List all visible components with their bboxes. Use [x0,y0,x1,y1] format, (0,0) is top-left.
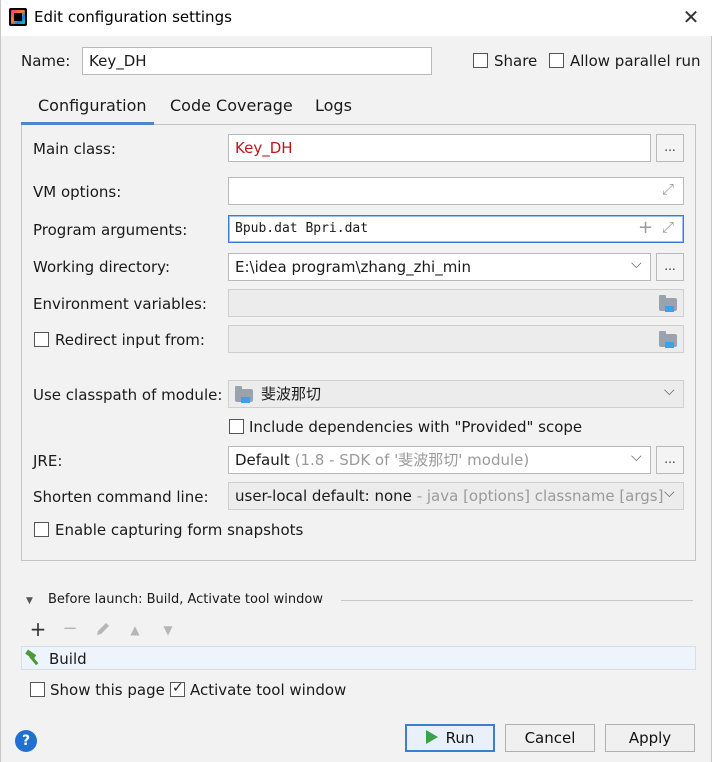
show-this-page-label: Show this page [50,681,165,699]
jre-label: JRE: [33,452,63,470]
main-class-label: Main class: [33,140,116,158]
title-bar: Edit configuration settings ✕ [1,0,712,36]
remove-icon[interactable]: − [59,619,81,641]
shorten-value: user-local default: none [235,487,412,505]
build-label: Build [49,650,87,668]
tab-configuration[interactable]: Configuration [38,96,147,115]
shorten-hint: - java [options] classname [args] [411,487,664,505]
name-input[interactable]: Key_DH [82,47,432,75]
intellij-logo-icon [9,8,27,26]
working-directory-input[interactable]: E:\idea program\zhang_zhi_min [228,253,651,281]
dialog-window: Edit configuration settings ✕ Name: Key_… [0,0,712,762]
apply-button[interactable]: Apply [605,724,695,752]
redirect-input-checkbox[interactable] [34,332,49,347]
chevron-down-icon[interactable]: ⌵ [664,383,675,399]
environment-variables-input[interactable] [228,289,684,317]
active-tab-indicator [21,122,154,125]
run-button-label: Run [445,729,475,747]
redirect-input-label: Redirect input from: [55,331,205,349]
jre-browse-button[interactable]: ... [656,446,684,474]
vm-options-input[interactable] [228,177,684,205]
include-provided-label: Include dependencies with "Provided" sco… [249,418,583,436]
window-title: Edit configuration settings [34,8,232,26]
shorten-command-line-select[interactable]: user-local default: none - java [options… [228,482,684,510]
collapse-triangle-icon[interactable]: ▼ [26,596,33,606]
move-up-icon[interactable]: ▲ [124,620,146,642]
activate-tool-window-label: Activate tool window [190,681,347,699]
jre-value: Default [235,451,290,469]
expand-icon[interactable]: ⤢ [662,180,674,198]
jre-select[interactable]: Default (1.8 - SDK of '斐波那切' module) [228,446,651,474]
name-label: Name: [21,52,71,70]
folder-icon[interactable] [659,331,677,348]
before-launch-list-item[interactable] [21,646,696,670]
capture-snapshots-checkbox[interactable] [34,522,49,537]
run-play-icon [425,730,438,744]
help-icon[interactable]: ? [15,730,37,752]
cancel-button[interactable]: Cancel [505,724,595,752]
close-icon[interactable]: ✕ [677,4,705,32]
redirect-input-field[interactable] [228,325,684,353]
vm-options-label: VM options: [33,183,122,201]
separator [341,600,693,601]
allow-parallel-run-checkbox[interactable] [549,53,564,68]
tab-code-coverage[interactable]: Code Coverage [170,96,293,115]
module-folder-icon [235,386,253,403]
allow-parallel-run-label: Allow parallel run [570,52,701,70]
folder-icon[interactable] [659,295,677,312]
share-checkbox[interactable] [473,53,488,68]
chevron-down-icon[interactable]: ⌵ [631,449,642,465]
show-this-page-checkbox[interactable] [30,682,45,697]
share-label: Share [494,52,538,70]
working-directory-label: Working directory: [33,258,171,276]
shorten-command-line-label: Shorten command line: [33,488,209,506]
activate-tool-window-checkbox[interactable] [170,680,185,697]
run-button[interactable]: Run [405,724,495,752]
capture-snapshots-label: Enable capturing form snapshots [55,521,304,539]
tab-logs[interactable]: Logs [315,96,352,115]
chevron-down-icon[interactable]: ⌵ [631,256,642,272]
before-launch-header: Before launch: Build, Activate tool wind… [48,592,323,607]
chevron-down-icon[interactable]: ⌵ [664,485,675,501]
add-icon[interactable]: + [27,619,49,641]
classpath-module-label: Use classpath of module: [33,386,223,404]
add-argument-icon[interactable]: + [638,217,653,238]
working-directory-browse-button[interactable]: ... [656,253,684,281]
include-provided-checkbox[interactable] [229,419,244,434]
main-class-input[interactable]: Key_DH [228,134,651,162]
jre-hint: (1.8 - SDK of '斐波那切' module) [294,451,530,469]
move-down-icon[interactable]: ▼ [157,620,179,642]
expand-icon[interactable]: ⤢ [662,218,674,236]
environment-variables-label: Environment variables: [33,295,207,313]
program-arguments-label: Program arguments: [33,221,188,239]
edit-pencil-icon[interactable] [92,620,114,642]
classpath-module-select[interactable]: 斐波那切 [228,380,684,408]
build-hammer-icon [24,649,42,667]
main-class-browse-button[interactable]: ... [656,134,684,162]
program-arguments-input[interactable]: Bpub.dat Bpri.dat [228,215,684,243]
